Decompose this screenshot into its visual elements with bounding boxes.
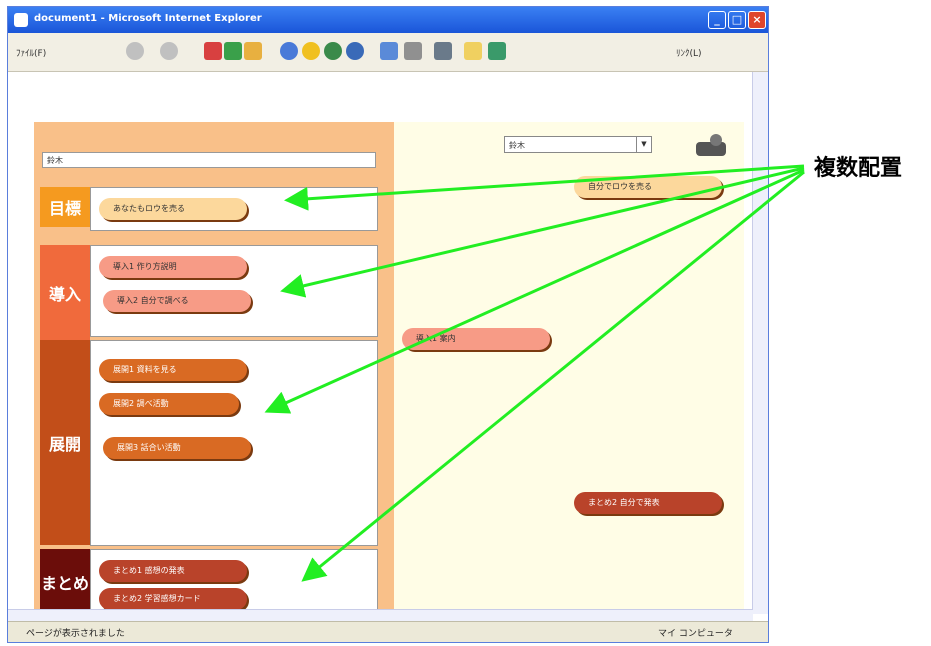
section-goal-box: あなたもロウを売る — [90, 187, 378, 231]
window-title: document1 - Microsoft Internet Explorer — [34, 13, 262, 24]
intro-item-1[interactable]: 導入1 作り方説明 — [99, 256, 247, 278]
placed-goal-item[interactable]: 自分でロウを売る — [574, 176, 722, 198]
messenger-icon[interactable] — [488, 42, 506, 60]
status-text: ページが表示されました — [26, 629, 125, 639]
placed-intro-item[interactable]: 導入1 案内 — [402, 328, 550, 350]
callout-label: 複数配置 — [814, 156, 903, 181]
summary-item-2[interactable]: まとめ2 学習感想カード — [99, 588, 247, 610]
links-label[interactable]: ﾘﾝｸ(L) — [676, 46, 702, 59]
edit-icon[interactable] — [434, 42, 452, 60]
dev-item-3[interactable]: 展開3 話合い活動 — [103, 437, 251, 459]
stop-icon[interactable] — [204, 42, 222, 60]
refresh-icon[interactable] — [224, 42, 242, 60]
name-select[interactable]: 鈴木 ▼ — [504, 136, 652, 153]
dev-item-1[interactable]: 展開1 資料を見る — [99, 359, 247, 381]
zone-text: マイ コンピュータ — [658, 629, 733, 639]
lesson-plan-panel: 鈴木 目標 あなたもロウを売る 導入 導入1 作り方説明 導入2 自分で調べる … — [34, 122, 394, 614]
maximize-button[interactable]: □ — [728, 11, 746, 29]
title-bar: document1 - Microsoft Internet Explorer … — [8, 7, 768, 33]
folder-icon[interactable] — [464, 42, 482, 60]
vertical-scrollbar[interactable] — [752, 72, 768, 614]
section-summary-box: まとめ1 感想の発表 まとめ2 学習感想カード — [90, 549, 378, 614]
print-icon[interactable] — [404, 42, 422, 60]
section-goal-label: 目標 — [40, 187, 90, 227]
ie-icon — [14, 13, 28, 27]
placed-summary-item[interactable]: まとめ2 自分で発表 — [574, 492, 722, 514]
page-content: 鈴木 目標 あなたもロウを売る 導入 導入1 作り方説明 導入2 自分で調べる … — [10, 72, 754, 614]
section-intro-label: 導入 — [40, 245, 90, 340]
section-summary-label: まとめ — [40, 549, 90, 614]
status-bar: ページが表示されました マイ コンピュータ — [8, 621, 768, 642]
mail-icon[interactable] — [380, 42, 398, 60]
minimize-button[interactable]: _ — [708, 11, 726, 29]
forward-icon[interactable] — [160, 42, 178, 60]
history-icon[interactable] — [346, 42, 364, 60]
workspace-panel: 鈴木 ▼ 自分でロウを売る 導入1 案内 まとめ2 自分で発表 — [394, 122, 744, 614]
goal-item[interactable]: あなたもロウを売る — [99, 198, 247, 220]
section-dev-box: 展開1 資料を見る 展開2 調べ活動 展開3 話合い活動 — [90, 340, 378, 546]
teacher-icon — [696, 134, 726, 156]
browser-window: document1 - Microsoft Internet Explorer … — [7, 6, 769, 643]
back-icon[interactable] — [126, 42, 144, 60]
home-icon[interactable] — [244, 42, 262, 60]
file-menu[interactable]: ﾌｧｲﾙ(F) — [16, 46, 46, 59]
favorites-icon[interactable] — [302, 42, 320, 60]
name-field[interactable]: 鈴木 — [42, 152, 376, 168]
close-button[interactable]: × — [748, 11, 766, 29]
search-icon[interactable] — [280, 42, 298, 60]
dev-item-2[interactable]: 展開2 調べ活動 — [99, 393, 239, 415]
intro-item-2[interactable]: 導入2 自分で調べる — [103, 290, 251, 312]
summary-item-1[interactable]: まとめ1 感想の発表 — [99, 560, 247, 582]
section-intro-box: 導入1 作り方説明 導入2 自分で調べる — [90, 245, 378, 337]
name-select-value: 鈴木 — [509, 141, 525, 150]
media-icon[interactable] — [324, 42, 342, 60]
section-dev-label: 展開 — [40, 340, 90, 545]
toolbar: ﾌｧｲﾙ(F) ﾘﾝｸ(L) — [8, 33, 768, 72]
chevron-down-icon[interactable]: ▼ — [636, 137, 651, 152]
